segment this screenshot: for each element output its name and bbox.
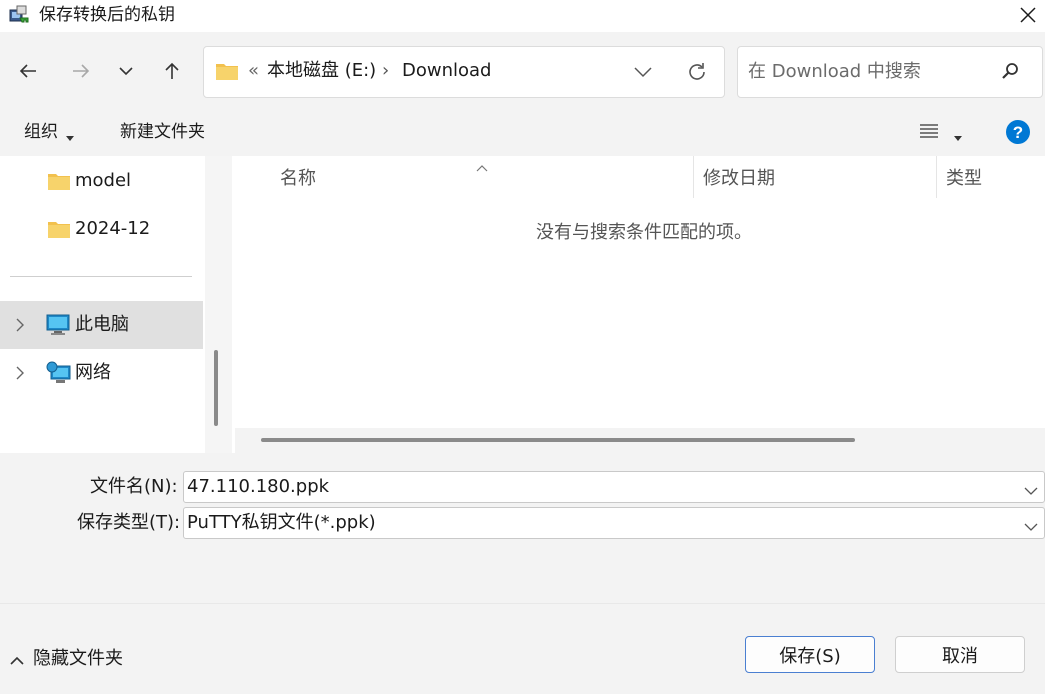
new-folder-button[interactable]: 新建文件夹 — [120, 121, 205, 143]
navpane-scrollbar[interactable] — [205, 156, 232, 453]
empty-state-message: 没有与搜索条件匹配的项。 — [536, 222, 752, 243]
column-header-modified[interactable]: 修改日期 — [703, 167, 775, 191]
file-list[interactable] — [235, 156, 1045, 428]
search-placeholder: 在 Download 中搜索 — [748, 61, 921, 82]
view-list-icon[interactable] — [919, 122, 939, 144]
address-overflow[interactable]: « — [248, 59, 259, 83]
folder-icon — [47, 219, 71, 243]
filename-dropdown-chevron-icon[interactable] — [1024, 481, 1038, 500]
organize-dropdown-icon[interactable] — [65, 128, 75, 147]
expand-chevron-icon[interactable] — [14, 317, 26, 337]
filetype-label: 保存类型(T): — [77, 512, 181, 533]
save-button[interactable]: 保存(S) — [745, 636, 875, 673]
forward-arrow-icon[interactable] — [66, 56, 96, 86]
tree-item-label: 网络 — [75, 362, 111, 383]
column-header-name[interactable]: 名称 — [280, 167, 316, 191]
sort-ascending-icon — [476, 157, 488, 176]
folder-icon — [47, 171, 71, 195]
hide-folders-toggle[interactable]: 隐藏文件夹 — [33, 647, 123, 671]
refresh-icon[interactable] — [686, 61, 708, 87]
recent-locations-chevron-icon[interactable] — [111, 56, 141, 86]
breadcrumb-separator: › — [382, 60, 390, 81]
navpane-scrollbar-thumb[interactable] — [214, 350, 218, 426]
filetype-dropdown-chevron-icon[interactable] — [1024, 517, 1038, 536]
putty-key-icon — [8, 4, 30, 26]
network-icon — [46, 361, 72, 389]
footer-divider — [0, 603, 1045, 604]
filename-label: 文件名(N): — [90, 476, 178, 497]
search-icon[interactable] — [1000, 61, 1020, 85]
window-title: 保存转换后的私钥 — [39, 5, 175, 25]
breadcrumb-drive[interactable]: 本地磁盘 (E:) — [267, 59, 376, 83]
expand-chevron-icon[interactable] — [14, 365, 26, 385]
column-divider[interactable] — [936, 156, 937, 198]
column-header-type[interactable]: 类型 — [946, 167, 982, 191]
collapse-chevron-up-icon[interactable] — [10, 651, 24, 670]
folder-icon — [215, 61, 239, 85]
tree-item-label: 2024-12 — [75, 218, 151, 239]
navpane-divider — [10, 276, 192, 277]
up-arrow-icon[interactable] — [157, 56, 187, 86]
horizontal-scrollbar-thumb[interactable] — [261, 438, 855, 442]
filename-value[interactable]: 47.110.180.ppk — [187, 475, 329, 499]
svg-text:?: ? — [1013, 123, 1023, 142]
back-arrow-icon[interactable] — [13, 56, 43, 86]
help-icon[interactable]: ? — [1005, 119, 1031, 149]
column-divider[interactable] — [693, 156, 694, 198]
address-dropdown-chevron-icon[interactable] — [633, 64, 653, 84]
computer-icon — [46, 314, 70, 340]
cancel-button[interactable]: 取消 — [895, 636, 1025, 673]
organize-button[interactable]: 组织 — [24, 121, 58, 143]
tree-item-label: model — [75, 170, 132, 191]
view-options-dropdown-icon[interactable] — [953, 128, 963, 147]
tree-item-label: 此电脑 — [75, 314, 129, 335]
breadcrumb-download[interactable]: Download — [402, 59, 491, 83]
close-icon[interactable] — [1010, 0, 1045, 30]
filetype-value[interactable]: PuTTY私钥文件(*.ppk) — [187, 511, 376, 535]
